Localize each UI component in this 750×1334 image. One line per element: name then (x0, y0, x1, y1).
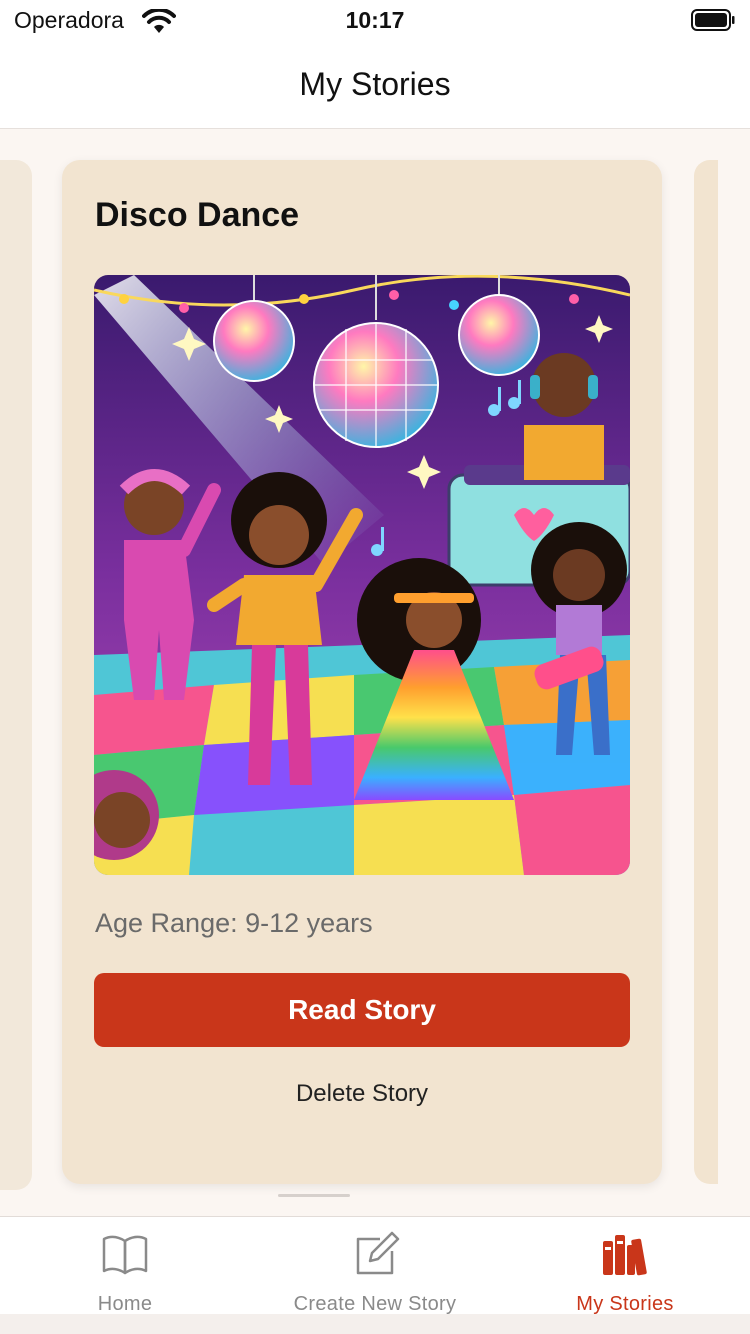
library-books-icon (603, 1235, 647, 1276)
next-story-card[interactable] (694, 160, 750, 1184)
page-title: My Stories (299, 66, 451, 102)
status-time: 10:17 (345, 7, 405, 33)
read-story-button[interactable]: Read Story (94, 973, 630, 1047)
delete-story-button[interactable]: Delete Story (94, 1072, 630, 1116)
battery-icon (691, 9, 735, 31)
tab-create-new-story[interactable]: Create New Story (250, 1217, 500, 1315)
tab-my-stories[interactable]: My Stories (500, 1217, 750, 1315)
home-indicator-area (0, 1314, 750, 1334)
story-cover-image (94, 275, 630, 875)
tab-bar: Home Create New Story My Stories (0, 1216, 750, 1315)
previous-story-card[interactable] (0, 160, 32, 1190)
edit-square-icon (356, 1231, 400, 1275)
stories-carousel[interactable]: Disco Dance Age Range: 9-12 years Read S… (0, 130, 750, 1216)
story-card: Disco Dance Age Range: 9-12 years Read S… (62, 160, 662, 1184)
navigation-bar: My Stories (0, 44, 750, 129)
tab-home-label: Home (97, 1293, 153, 1315)
disco-party-illustration (94, 275, 630, 875)
status-bar: Operadora 10:17 (0, 0, 750, 44)
story-title: Disco Dance (95, 196, 300, 234)
book-open-icon (102, 1235, 148, 1275)
horizontal-scroll-indicator (278, 1194, 350, 1197)
tab-my-stories-label: My Stories (576, 1293, 674, 1315)
tab-home[interactable]: Home (0, 1217, 250, 1315)
age-range-label: Age Range: 9-12 years (95, 908, 373, 938)
tab-create-new-story-label: Create New Story (293, 1293, 457, 1315)
